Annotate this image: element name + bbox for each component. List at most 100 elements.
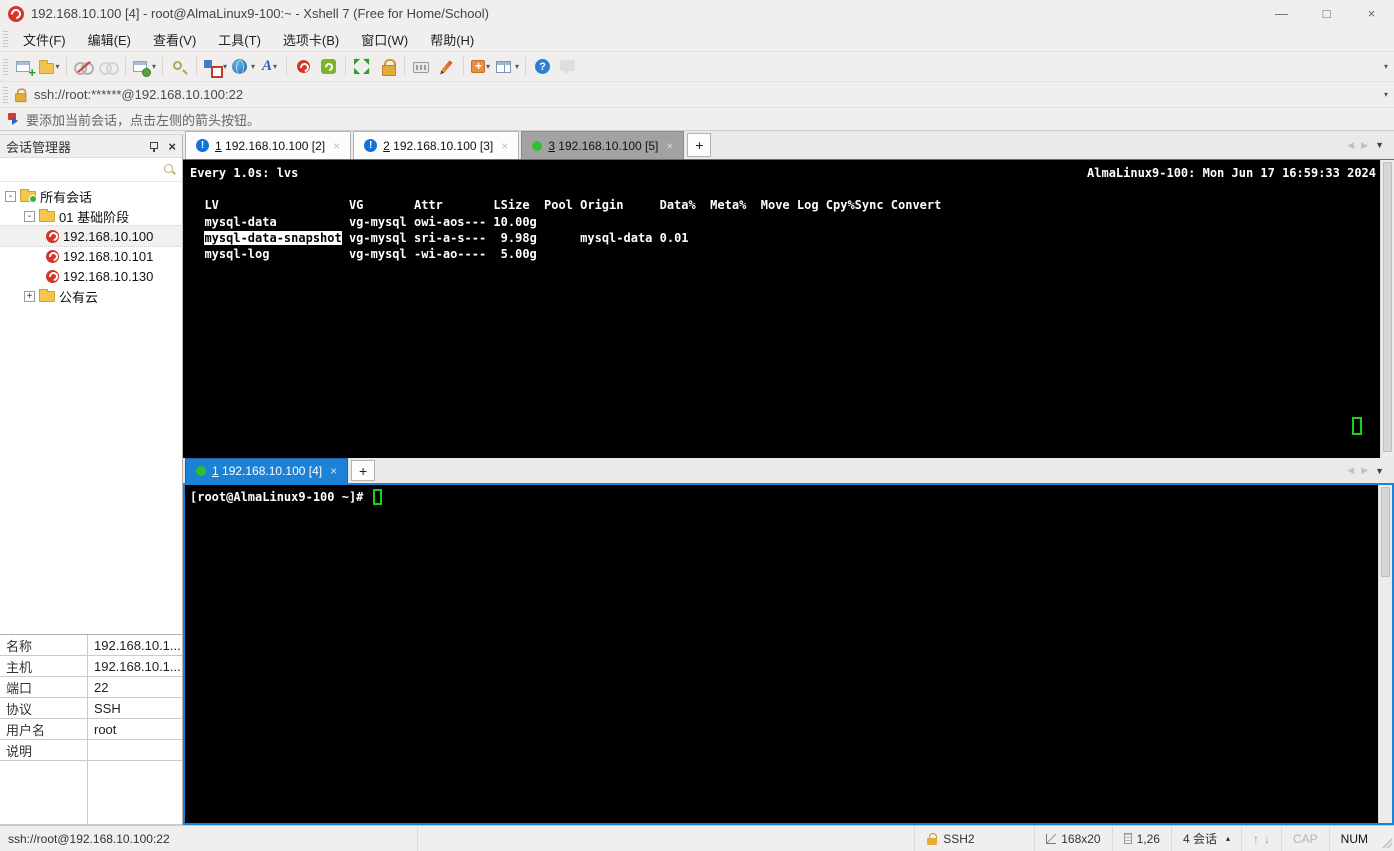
folder-icon: [39, 208, 55, 222]
tab-close-icon[interactable]: ×: [328, 464, 339, 478]
address-input[interactable]: ssh://root:******@192.168.10.100:22: [34, 87, 1383, 102]
tab-scroll-right-icon[interactable]: ▶: [1361, 465, 1368, 476]
font-button[interactable]: A ▾: [257, 55, 282, 79]
addressbar-dropdown[interactable]: ▾: [1384, 90, 1388, 99]
property-row-protocol: 协议 SSH: [0, 698, 182, 719]
bottom-terminal-scrollbar[interactable]: [1378, 485, 1392, 823]
feedback-button[interactable]: [555, 55, 580, 79]
tab-list-dropdown-icon[interactable]: ▼: [1375, 466, 1384, 476]
tree-item-session-130[interactable]: 192.168.10.130: [0, 266, 182, 286]
tab-close-icon[interactable]: ×: [664, 139, 675, 153]
tab-session-2[interactable]: ! 1 192.168.10.100 [2] ×: [185, 131, 352, 159]
folder-icon: [39, 288, 55, 302]
virtual-keyboard-button[interactable]: [409, 55, 434, 79]
window-resize-grip[interactable]: [1379, 835, 1392, 848]
tab-scroll-right-icon[interactable]: ▶: [1361, 140, 1368, 151]
find-button[interactable]: [167, 55, 192, 79]
expand-icon[interactable]: +: [24, 290, 35, 302]
addressbar-grip: [3, 86, 8, 103]
xftp-button[interactable]: [316, 55, 341, 79]
new-tab-button[interactable]: +: [351, 460, 376, 481]
close-button[interactable]: ×: [1349, 0, 1394, 27]
collapse-icon[interactable]: -: [5, 190, 16, 202]
menu-file[interactable]: 文件(F): [12, 27, 77, 52]
address-bar: ssh://root:******@192.168.10.100:22 ▾: [0, 82, 1394, 108]
top-terminal[interactable]: Every 1.0s: lvs AlmaLinux9-100: Mon Jun …: [183, 159, 1394, 458]
tree-item-folder-basic[interactable]: - 01 基础阶段: [0, 206, 182, 226]
pin-icon[interactable]: [149, 141, 159, 152]
next-session-icon[interactable]: ↓: [1264, 832, 1270, 846]
tree-item-session-100[interactable]: 192.168.10.100: [0, 225, 183, 247]
scrollbar-thumb[interactable]: [1381, 487, 1390, 577]
properties-dropdown[interactable]: ▾: [152, 62, 156, 71]
search-icon: [163, 163, 176, 176]
maximize-button[interactable]: □: [1304, 0, 1349, 27]
toolbar-overflow-dropdown[interactable]: ▾: [1384, 62, 1388, 71]
collapse-icon[interactable]: -: [24, 210, 35, 222]
new-file-dropdown[interactable]: ▾: [486, 62, 490, 71]
tab-scroll-left-icon[interactable]: ◀: [1347, 465, 1354, 476]
top-terminal-pane: ! 1 192.168.10.100 [2] × ! 2 192.168.10.…: [183, 131, 1394, 458]
menu-tools[interactable]: 工具(T): [207, 27, 272, 52]
status-session-count[interactable]: 4 会话 ▴: [1172, 826, 1242, 851]
help-button[interactable]: ?: [530, 55, 555, 79]
font-dropdown[interactable]: ▾: [273, 62, 277, 71]
tab-list-dropdown-icon[interactable]: ▼: [1375, 140, 1384, 150]
session-manager-title: 会话管理器: [6, 139, 72, 155]
tree-item-all-sessions[interactable]: - 所有会话: [0, 186, 182, 206]
tree-item-session-101[interactable]: 192.168.10.101: [0, 246, 182, 266]
web-dropdown[interactable]: ▾: [251, 62, 255, 71]
session-tree: - 所有会话 - 01 基础阶段 192.168.10.100 192.168.…: [0, 182, 183, 306]
transfer-dropdown[interactable]: ▾: [223, 62, 227, 71]
tab-scroll-left-icon[interactable]: ◀: [1347, 140, 1354, 151]
toolbar-separator: [125, 57, 126, 76]
tab-session-5-active[interactable]: 3 192.168.10.100 [5] ×: [521, 131, 685, 159]
scrollbar-thumb[interactable]: [1383, 162, 1392, 452]
menu-window[interactable]: 窗口(W): [350, 27, 419, 52]
xshell-button[interactable]: [291, 55, 316, 79]
property-row-port: 端口 22: [0, 677, 182, 698]
tile-windows-icon: [495, 58, 514, 76]
lvs-row-snapshot: mysql-data-snapshot vg-mysql sri-a-s--- …: [204, 230, 689, 245]
fullscreen-button[interactable]: ◤ ◥ ◣ ◢: [350, 55, 375, 79]
new-file-button[interactable]: ▾: [468, 55, 493, 79]
tree-item-folder-cloud[interactable]: + 公有云: [0, 286, 182, 306]
selected-text: mysql-data-snapshot: [204, 230, 342, 245]
tab-session-3[interactable]: ! 2 192.168.10.100 [3] ×: [353, 131, 520, 159]
reconnect-button[interactable]: [96, 55, 121, 79]
compose-button[interactable]: [434, 55, 459, 79]
panel-close-icon[interactable]: ×: [168, 139, 176, 154]
property-row-description: 说明: [0, 740, 182, 761]
open-session-button[interactable]: ▾: [37, 55, 62, 79]
bottom-terminal[interactable]: [root@AlmaLinux9-100 ~]#: [183, 483, 1394, 825]
open-session-dropdown[interactable]: ▾: [55, 62, 59, 71]
new-tab-button[interactable]: +: [687, 133, 712, 157]
disconnect-button[interactable]: [71, 55, 96, 79]
session-manager-header: 会话管理器 ×: [0, 135, 182, 158]
menu-edit[interactable]: 编辑(E): [77, 27, 142, 52]
tab-close-icon[interactable]: ×: [499, 139, 510, 153]
tab-session-4-active[interactable]: 1 192.168.10.100 [4] ×: [185, 458, 349, 483]
status-terminal-size[interactable]: 168x20: [1035, 826, 1113, 851]
sessions-dropdown-icon[interactable]: ▴: [1226, 834, 1230, 843]
tile-dropdown[interactable]: ▾: [515, 62, 519, 71]
watch-host-time: AlmaLinux9-100: Mon Jun 17 16:59:33 2024: [1087, 166, 1376, 180]
previous-session-icon[interactable]: ↑: [1253, 832, 1259, 846]
session-properties-button[interactable]: ▾: [130, 55, 158, 79]
open-folder-icon: [39, 59, 55, 74]
fullscreen-icon: ◤ ◥ ◣ ◢: [354, 57, 370, 75]
menu-help[interactable]: 帮助(H): [419, 27, 485, 52]
lock-icon: [926, 832, 938, 845]
web-browser-button[interactable]: ▾: [229, 55, 257, 79]
menu-tabs[interactable]: 选项卡(B): [272, 27, 350, 52]
transfer-button[interactable]: ▾: [201, 55, 229, 79]
tile-windows-button[interactable]: ▾: [493, 55, 521, 79]
lock-screen-button[interactable]: [375, 55, 400, 79]
menu-view[interactable]: 查看(V): [142, 27, 207, 52]
tab-close-icon[interactable]: ×: [331, 139, 342, 153]
top-terminal-scrollbar[interactable]: [1380, 160, 1394, 458]
minimize-button[interactable]: —: [1259, 0, 1304, 27]
lock-icon: [380, 58, 396, 76]
new-session-button[interactable]: [12, 55, 37, 80]
session-search-input[interactable]: [6, 162, 163, 177]
